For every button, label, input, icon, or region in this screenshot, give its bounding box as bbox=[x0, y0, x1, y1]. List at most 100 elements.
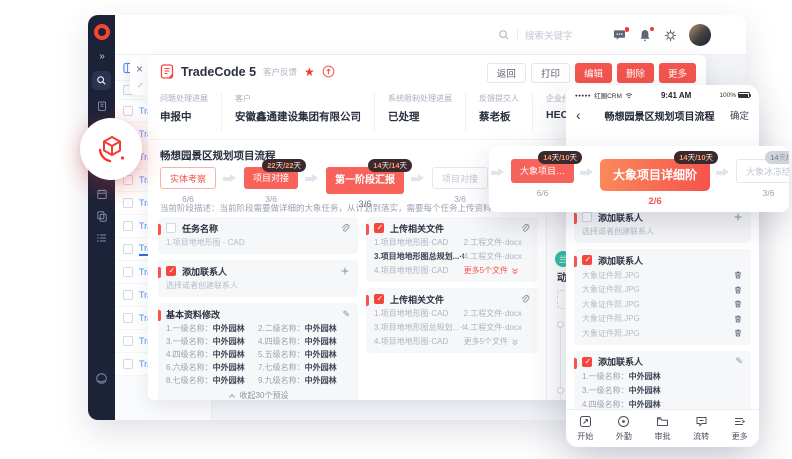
step-progress: 2/6 bbox=[600, 196, 710, 207]
row-checkbox[interactable] bbox=[123, 221, 133, 231]
collapse-sidebar-icon[interactable]: » bbox=[99, 52, 104, 62]
task-checkbox[interactable] bbox=[582, 255, 592, 265]
field-value: 蔡老板 bbox=[479, 109, 519, 124]
more-lines-icon bbox=[733, 415, 746, 428]
file-cell[interactable]: 更多5个文件 bbox=[464, 336, 530, 347]
info-cell: 8.七级名称：中外园林 bbox=[166, 375, 258, 386]
mobile-flow-step-2-current[interactable]: 14天 /10天 大象项目详细阶 2/6 bbox=[600, 159, 710, 207]
pin-top-icon[interactable] bbox=[322, 65, 335, 78]
file-cell[interactable]: 2.工程文件·docx bbox=[464, 237, 530, 248]
feedback-doc-icon bbox=[160, 64, 174, 79]
file-cell[interactable]: 1.项目地地形图·CAD bbox=[374, 237, 464, 248]
collapse-presets-link[interactable]: 收起30个预设 bbox=[166, 390, 350, 400]
delete-button[interactable]: 删除 bbox=[617, 63, 654, 83]
photo-name: 大象证件照.JPG bbox=[582, 270, 733, 281]
task-card-contact: 添加联系人 选择或者创建联系人 bbox=[158, 260, 358, 297]
task-placeholder[interactable]: 选择或者创建联系人 bbox=[582, 226, 743, 237]
task-title: 基本资料修改 bbox=[166, 308, 336, 321]
accent-bar bbox=[158, 267, 161, 278]
file-cell[interactable]: 4.项目地地形图·CAD bbox=[374, 336, 464, 347]
attachment-button[interactable] bbox=[520, 223, 530, 233]
back-button[interactable]: 返回 bbox=[487, 63, 526, 83]
sidebar-support-item[interactable] bbox=[88, 372, 115, 385]
toolbar-more[interactable]: 更多 bbox=[720, 410, 759, 447]
toolbar-approval[interactable]: 审批 bbox=[643, 410, 682, 447]
floating-product-bubble[interactable] bbox=[80, 118, 142, 180]
trash-icon[interactable] bbox=[733, 270, 743, 280]
task-placeholder[interactable]: 选择或者创建联系人 bbox=[166, 280, 350, 291]
app-sidebar: » bbox=[88, 15, 115, 420]
row-checkbox[interactable] bbox=[123, 244, 133, 254]
confirm-button[interactable]: 确定 bbox=[725, 108, 749, 122]
plus-icon bbox=[340, 266, 350, 276]
info-cell: 9.九级名称：中外园林 bbox=[258, 375, 350, 386]
add-contact-button[interactable] bbox=[733, 212, 743, 222]
row-checkbox[interactable] bbox=[123, 359, 133, 369]
carrier-name: 红圈CRM bbox=[594, 90, 622, 100]
attachment-button[interactable] bbox=[520, 294, 530, 304]
trash-icon[interactable] bbox=[733, 299, 743, 309]
print-button[interactable]: 打印 bbox=[531, 63, 570, 83]
close-icon[interactable]: × bbox=[136, 63, 143, 75]
row-checkbox[interactable] bbox=[123, 336, 133, 346]
task-checkbox[interactable] bbox=[582, 212, 592, 222]
file-cell[interactable]: 4.工程文件·docx bbox=[464, 251, 530, 262]
info-cell: 1.一级名称：中外园林 bbox=[582, 371, 743, 382]
accent-bar bbox=[574, 358, 577, 369]
signal-dots-icon: ●●●●● bbox=[575, 93, 591, 98]
step-days-badge: 14天 /10天 bbox=[674, 151, 718, 164]
flow-step-4[interactable]: 项目对接 3/6 bbox=[432, 167, 488, 204]
field-value: 申报中 bbox=[160, 109, 208, 124]
sidebar-item-list[interactable] bbox=[95, 231, 108, 244]
expand-icon[interactable]: ↔ bbox=[133, 78, 146, 91]
file-cell[interactable]: 4.工程文件·docx bbox=[464, 322, 530, 333]
file-cell[interactable]: 1.项目地地形图·CAD bbox=[374, 308, 464, 319]
accent-bar bbox=[574, 213, 577, 224]
step-days-badge: 14天 /14天 bbox=[368, 159, 412, 172]
pencil-icon: ✎ bbox=[342, 309, 350, 320]
star-icon[interactable]: ★ bbox=[304, 66, 315, 78]
row-checkbox[interactable] bbox=[123, 313, 133, 323]
file-cell[interactable]: 4.项目地地形图·CAD bbox=[374, 265, 464, 276]
global-search-input[interactable]: 搜索关键字 bbox=[498, 28, 587, 42]
trash-icon[interactable] bbox=[733, 328, 743, 338]
add-contact-button[interactable] bbox=[340, 266, 350, 276]
file-cell[interactable]: 2.工程文件·docx bbox=[464, 308, 530, 319]
task-title: 添加联系人 bbox=[182, 265, 334, 278]
task-checkbox[interactable] bbox=[374, 223, 384, 233]
arrow-right-icon bbox=[223, 174, 237, 183]
toolbar-start[interactable]: 开始 bbox=[566, 410, 605, 447]
task-checkbox[interactable] bbox=[374, 294, 384, 304]
task-checkbox[interactable] bbox=[166, 266, 176, 276]
trash-icon[interactable] bbox=[733, 285, 743, 295]
attachment-button[interactable] bbox=[340, 223, 350, 233]
settings-button[interactable] bbox=[664, 29, 677, 42]
messages-button[interactable] bbox=[613, 29, 626, 41]
trash-icon[interactable] bbox=[733, 314, 743, 324]
user-avatar[interactable] bbox=[689, 24, 711, 46]
back-chevron-icon[interactable]: ‹ bbox=[576, 108, 594, 122]
flow-step-2[interactable]: 22 天 /22 天 项目对接 3/6 bbox=[244, 167, 298, 204]
file-cell[interactable]: 3.项目地地形图总规划...·CAD bbox=[374, 251, 464, 262]
toolbar-field-work[interactable]: 外勤 bbox=[605, 410, 644, 447]
file-cell[interactable]: 更多5个文件 bbox=[464, 265, 530, 276]
edit-button[interactable]: 编辑 bbox=[575, 63, 612, 83]
task-checkbox[interactable] bbox=[166, 223, 176, 233]
sidebar-search-item[interactable] bbox=[92, 71, 111, 90]
edit-button[interactable]: ✎ bbox=[735, 356, 743, 367]
more-button[interactable]: 更多 bbox=[659, 63, 696, 83]
mobile-flow-step-1[interactable]: 14天 /10天 大象项目… 6/6 bbox=[511, 159, 574, 198]
notifications-button[interactable] bbox=[639, 29, 651, 42]
edit-info-button[interactable]: ✎ bbox=[342, 309, 350, 320]
mobile-flow-step-3[interactable]: 14天 /10天 大象冰冻结 3/6 bbox=[736, 159, 789, 198]
row-checkbox[interactable] bbox=[123, 290, 133, 300]
file-cell[interactable]: 3.项目地地形图总规划...·CAD bbox=[374, 322, 464, 333]
row-checkbox[interactable] bbox=[123, 267, 133, 277]
step-days-badge: 22 天 /22 天 bbox=[262, 159, 306, 172]
toolbar-transfer[interactable]: 流转 bbox=[682, 410, 721, 447]
target-icon bbox=[617, 415, 630, 428]
plus-icon bbox=[733, 212, 743, 222]
field-label: 问题处理进展 bbox=[160, 93, 208, 104]
task-checkbox[interactable] bbox=[582, 357, 592, 367]
info-cell: 4.四级名称：中外园林 bbox=[258, 336, 350, 347]
